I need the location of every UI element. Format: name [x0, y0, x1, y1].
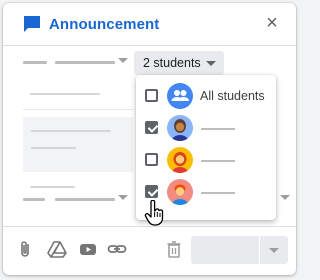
- student-name-placeholder: [201, 128, 235, 130]
- chevron-down-icon: [269, 248, 279, 253]
- delete-icon[interactable]: [164, 239, 184, 259]
- menu-item-student[interactable]: [136, 143, 276, 175]
- checkbox[interactable]: [145, 89, 158, 102]
- student-name-placeholder: [201, 192, 235, 194]
- close-icon[interactable]: ×: [262, 13, 282, 33]
- student-dropdown-menu: All students: [136, 75, 276, 220]
- student-avatar: [167, 179, 193, 205]
- dialog-title: Announcement: [49, 16, 160, 33]
- schedule-placeholder[interactable]: [55, 198, 115, 201]
- field-divider: [23, 109, 133, 110]
- student-avatar: [167, 115, 193, 141]
- chevron-down-icon[interactable]: [118, 195, 128, 200]
- field-placeholder: [30, 186, 75, 188]
- menu-item-label: All students: [200, 89, 265, 103]
- chevron-down-icon[interactable]: [280, 195, 290, 200]
- student-avatar: [167, 147, 193, 173]
- field-placeholder: [30, 93, 100, 95]
- students-selector-label: 2 students: [143, 56, 201, 70]
- menu-item-student[interactable]: [136, 111, 276, 143]
- attach-icon[interactable]: [16, 239, 36, 259]
- link-icon[interactable]: [107, 239, 127, 259]
- announcement-text-field[interactable]: [23, 117, 133, 172]
- text-placeholder-line: [31, 130, 111, 132]
- menu-item-all-students[interactable]: All students: [136, 79, 276, 111]
- post-options-button[interactable]: [260, 236, 288, 264]
- youtube-icon[interactable]: [78, 239, 98, 259]
- schedule-placeholder[interactable]: [23, 198, 45, 201]
- checkbox[interactable]: [145, 121, 158, 134]
- header-divider: [3, 45, 296, 46]
- text-placeholder-line: [31, 147, 76, 149]
- group-icon: [167, 83, 193, 109]
- chevron-down-icon: [206, 61, 216, 66]
- chevron-down-icon[interactable]: [118, 58, 128, 63]
- student-name-placeholder: [201, 160, 235, 162]
- class-selector-placeholder[interactable]: [55, 61, 115, 64]
- footer-divider: [3, 226, 296, 227]
- menu-item-student[interactable]: [136, 175, 276, 207]
- dialog-header: Announcement ×: [3, 3, 296, 45]
- checkbox[interactable]: [145, 153, 158, 166]
- class-selector-placeholder[interactable]: [23, 61, 47, 64]
- announcement-dialog: Announcement × 2 students All students: [3, 3, 296, 275]
- announcement-icon: [24, 16, 40, 32]
- drive-icon[interactable]: [47, 239, 67, 259]
- students-selector-button[interactable]: 2 students: [134, 51, 224, 75]
- checkbox[interactable]: [145, 185, 158, 198]
- post-button[interactable]: [191, 236, 259, 264]
